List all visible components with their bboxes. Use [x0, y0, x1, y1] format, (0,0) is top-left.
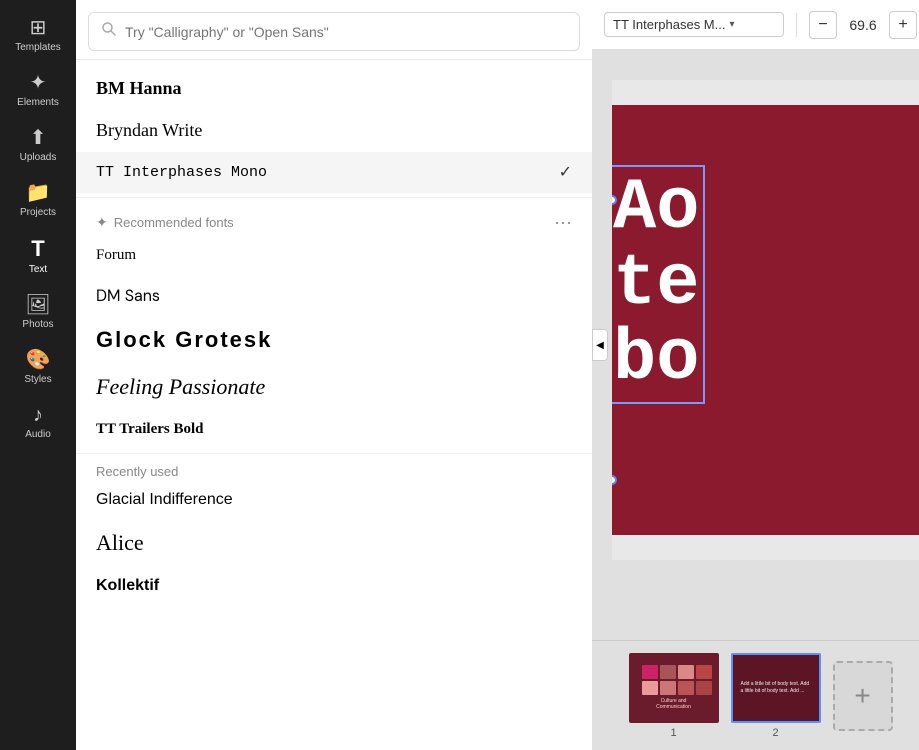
increase-font-size-button[interactable]: + [889, 11, 917, 39]
sidebar-item-label: Projects [20, 207, 56, 218]
thumb2-body-text: Add a little bit of body text. Add a lit… [737, 677, 815, 698]
recommended-label: Recommended fonts [114, 215, 234, 230]
font-size-value: 69.6 [845, 17, 881, 33]
font-list: BM Hanna Bryndan Write TT Interphases Mo… [76, 60, 592, 750]
thumbnail-2[interactable]: Add a little bit of body text. Add a lit… [731, 653, 821, 723]
sidebar-item-label: Photos [22, 319, 53, 330]
font-item-kollektif[interactable]: Kollektif [76, 567, 592, 606]
sidebar-item-templates[interactable]: ⊞ Templates [0, 8, 76, 63]
thumbnail-wrapper-1: Culture andCommunication 1 [629, 653, 719, 739]
divider-2 [76, 453, 592, 454]
add-page-button[interactable]: + [833, 661, 893, 731]
font-search-input[interactable] [125, 24, 567, 40]
elements-icon: ✦ [30, 73, 47, 93]
sidebar-item-styles[interactable]: 🎨 Styles [0, 340, 76, 395]
toolbar-divider [796, 13, 797, 37]
search-icon [101, 21, 117, 42]
font-item-bryndan[interactable]: Bryndan Write [76, 110, 592, 152]
font-item-glacial[interactable]: Glacial Indifference [76, 481, 592, 520]
slide-preview: Aotebo [612, 105, 919, 535]
chevron-down-icon: ▾ [729, 19, 734, 30]
font-selector[interactable]: TT Interphases M... ▾ [604, 12, 784, 37]
font-item-dm-sans[interactable]: DM Sans [76, 275, 592, 317]
sidebar-item-label: Uploads [20, 152, 57, 163]
sidebar-item-label: Text [29, 264, 47, 275]
thumbnail-wrapper-2: Add a little bit of body text. Add a lit… [731, 653, 821, 739]
sidebar-item-uploads[interactable]: ⬆ Uploads [0, 118, 76, 173]
selected-checkmark: ✓ [559, 162, 572, 182]
thumb-number-2: 2 [772, 727, 778, 739]
sparkle-icon: ✦ [96, 214, 108, 231]
font-panel: BM Hanna Bryndan Write TT Interphases Mo… [76, 0, 592, 750]
recommended-more-button[interactable]: ··· [554, 212, 572, 233]
font-item-alice[interactable]: Alice [76, 520, 592, 567]
sidebar-item-photos[interactable]: 🖼 Photos [0, 285, 76, 340]
audio-icon: ♪ [33, 405, 43, 425]
font-item-glock[interactable]: Glock Grotesk [76, 317, 592, 364]
thumb1-text: Culture andCommunication [656, 698, 691, 711]
recently-used-label: Recently used [76, 458, 592, 481]
decrease-font-size-button[interactable]: − [809, 11, 837, 39]
sidebar: ⊞ Templates ✦ Elements ⬆ Uploads 📁 Proje… [0, 0, 76, 750]
divider [76, 197, 592, 198]
sidebar-item-audio[interactable]: ♪ Audio [0, 395, 76, 450]
thumbnail-strip: Culture andCommunication 1 Add a little … [592, 640, 919, 750]
font-item-tt-trailers[interactable]: TT Trailers Bold [76, 411, 592, 449]
projects-icon: 📁 [26, 183, 51, 203]
thumb-inner-1: Culture andCommunication [631, 655, 717, 721]
thumb-inner-2: Add a little bit of body text. Add a lit… [733, 655, 819, 721]
thumb-number-1: 1 [670, 727, 676, 739]
sidebar-item-text[interactable]: T Text [0, 228, 76, 285]
right-area: TT Interphases M... ▾ − 69.6 + ◀ Aotebo [592, 0, 919, 750]
font-item-tt-interphases[interactable]: TT Interphases Mono ✓ [76, 152, 592, 193]
recommended-header-left: ✦ Recommended fonts [96, 214, 234, 231]
font-item-feeling-passionate[interactable]: Feeling Passionate [76, 364, 592, 411]
canvas-area: ◀ Aotebo [592, 50, 919, 640]
styles-icon: 🎨 [26, 350, 51, 370]
sidebar-item-projects[interactable]: 📁 Projects [0, 173, 76, 228]
font-item-forum[interactable]: Forum [76, 237, 592, 275]
recommended-header: ✦ Recommended fonts ··· [76, 202, 592, 237]
text-icon: T [31, 238, 44, 260]
selection-handle-bottom-left[interactable] [612, 475, 617, 485]
slide-text-content[interactable]: Aotebo [612, 165, 705, 404]
font-selector-name: TT Interphases M... [613, 17, 725, 32]
toolbar: TT Interphases M... ▾ − 69.6 + [592, 0, 919, 50]
search-bar [76, 0, 592, 60]
search-container[interactable] [88, 12, 580, 51]
sidebar-item-label: Templates [15, 42, 61, 53]
collapse-panel-button[interactable]: ◀ [592, 329, 608, 361]
canvas-content: Aotebo [612, 80, 919, 560]
sidebar-item-label: Elements [17, 97, 59, 108]
font-item-bm-hanna[interactable]: BM Hanna [76, 68, 592, 110]
thumbnail-1[interactable]: Culture andCommunication [629, 653, 719, 723]
sidebar-item-label: Audio [25, 429, 51, 440]
thumb-grid [642, 665, 704, 695]
sidebar-item-elements[interactable]: ✦ Elements [0, 63, 76, 118]
sidebar-item-label: Styles [24, 374, 51, 385]
templates-icon: ⊞ [30, 18, 47, 38]
photos-icon: 🖼 [25, 295, 50, 315]
uploads-icon: ⬆ [30, 128, 47, 148]
